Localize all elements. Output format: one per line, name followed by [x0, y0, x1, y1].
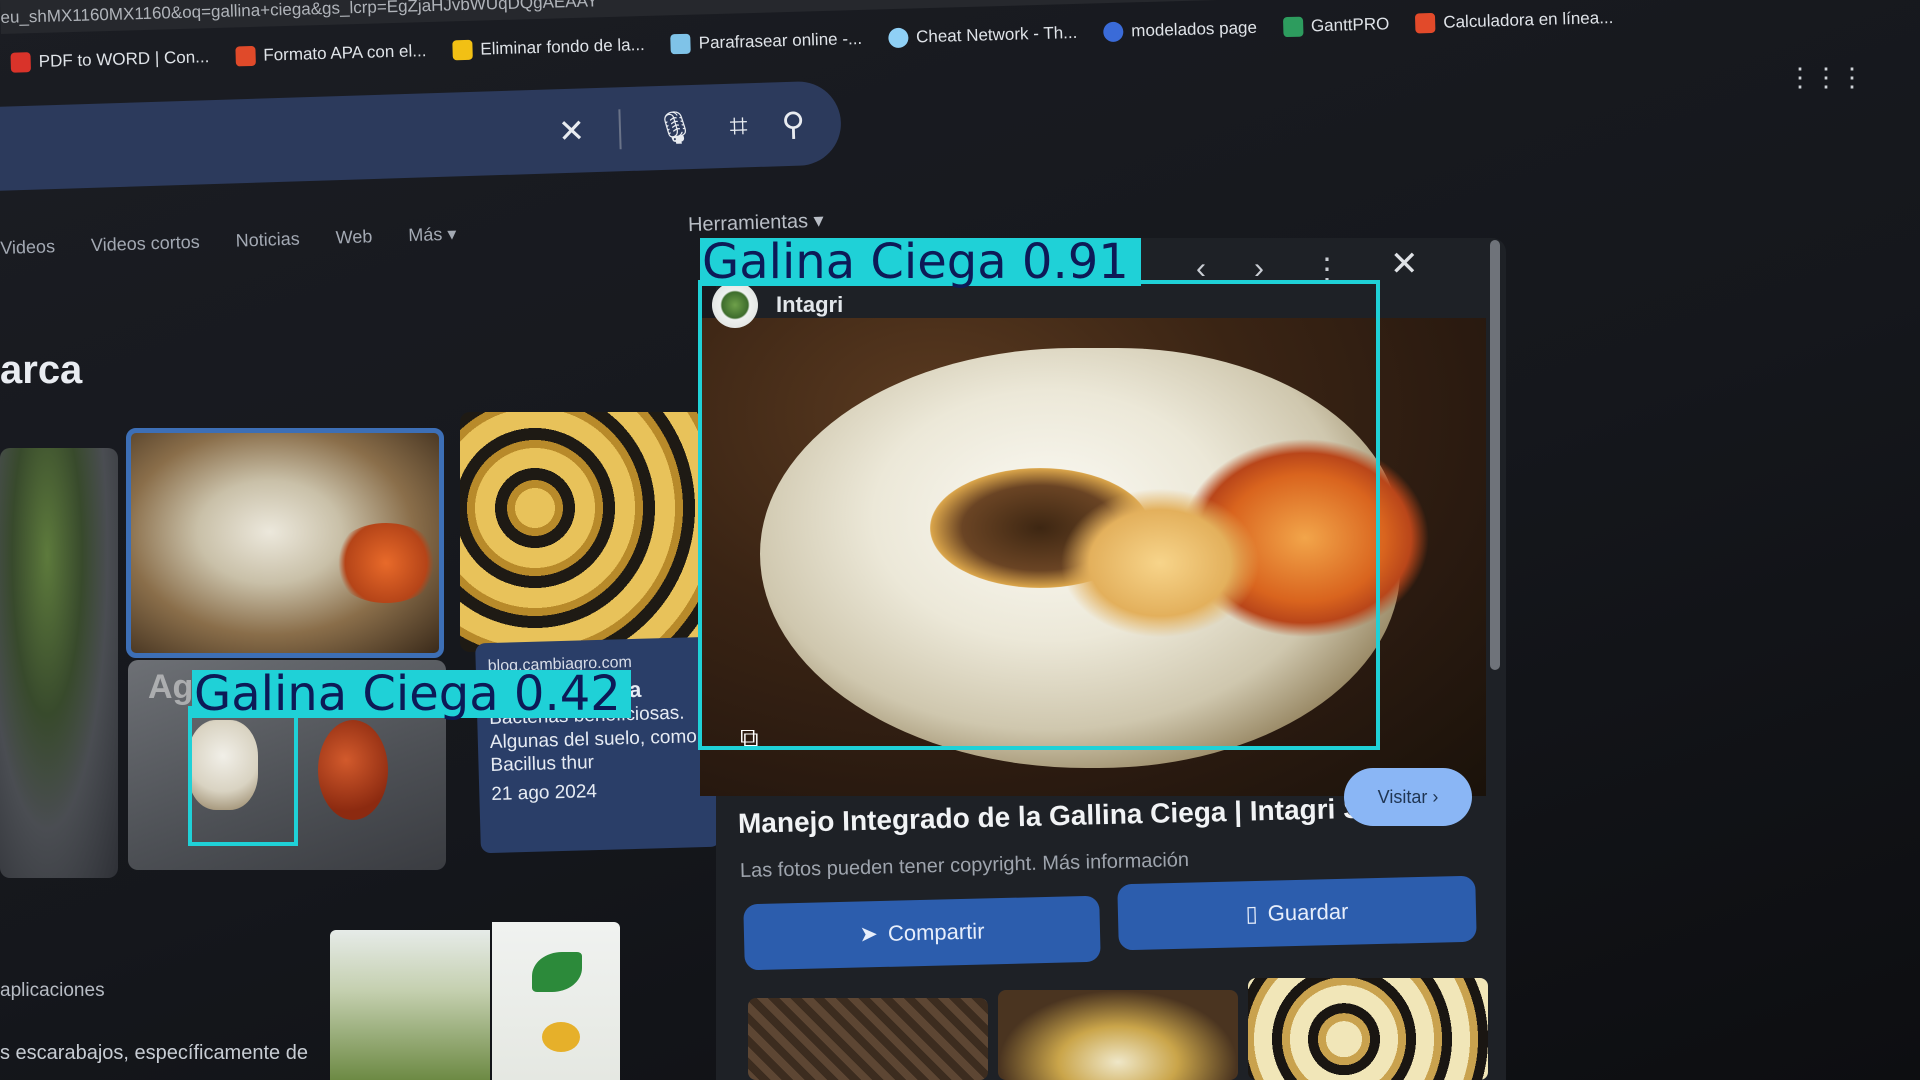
apps-grid-icon[interactable]: ⋮⋮⋮	[1787, 62, 1865, 93]
search-box[interactable]: ✕ 🎙 ⌗ ⚲	[0, 80, 843, 192]
bookmark-modelados-page[interactable]: modelados page	[1103, 18, 1257, 43]
related-heading: arca	[0, 348, 83, 392]
save-label: Guardar	[1267, 898, 1349, 926]
result-image-grub-selected[interactable]	[126, 428, 444, 658]
close-preview-icon[interactable]: ✕	[1390, 244, 1419, 284]
bookmark-favicon-icon	[670, 33, 692, 55]
detection-box-small	[188, 706, 298, 846]
flower-shape	[542, 1022, 580, 1052]
microphone-icon[interactable]: 🎙	[654, 109, 696, 146]
bookmark-favicon-icon	[10, 52, 32, 73]
visit-button[interactable]: Visitar ›	[1344, 768, 1472, 826]
result-image-grubs[interactable]	[460, 412, 710, 652]
bookmark-parafrasear[interactable]: Parafrasear online -...	[670, 29, 862, 55]
detection-label-main: Galina Ciega 0.91	[700, 238, 1141, 286]
card-date: 21 ago 2024	[491, 780, 598, 805]
beetle-shape	[318, 720, 388, 820]
bookmark-eliminar-fondo[interactable]: Eliminar fondo de la...	[452, 35, 645, 61]
clear-search-icon[interactable]: ✕	[558, 112, 586, 149]
bookmark-ganttpro[interactable]: GanttPRO	[1282, 14, 1390, 38]
share-label: Compartir	[887, 918, 985, 946]
bookmark-icon: ▯	[1245, 900, 1258, 927]
share-icon: ➤	[859, 921, 879, 947]
result-image-leaf[interactable]	[492, 922, 620, 1080]
preview-scrollbar[interactable]	[1490, 240, 1500, 670]
detection-label-small: Galina Ciega 0.42	[192, 670, 631, 718]
detection-box-main	[698, 280, 1380, 750]
share-button[interactable]: ➤ Compartir	[743, 895, 1101, 971]
related-image-2[interactable]	[998, 990, 1238, 1080]
bookmark-favicon-icon	[235, 45, 256, 67]
tab-videos[interactable]: Videos	[0, 236, 55, 259]
leaf-shape	[532, 952, 582, 992]
result-snippet-2: s escarabajos, específicamente de	[0, 1042, 308, 1064]
tab-mas[interactable]: Más ▾	[408, 224, 457, 246]
monitor-photo: eu_shMX1160MX1160&oq=gallina+ciega&gs_lc…	[0, 0, 1920, 1080]
result-image-moss[interactable]	[0, 448, 118, 878]
google-lens-icon[interactable]: ⌗	[729, 107, 748, 144]
related-image-3[interactable]	[1248, 978, 1488, 1080]
grub-head-shape	[331, 523, 439, 603]
tab-noticias[interactable]: Noticias	[235, 229, 300, 252]
related-image-1[interactable]	[748, 998, 988, 1080]
tools-button[interactable]: Herramientas ▾	[688, 208, 824, 237]
bookmark-favicon-icon	[1415, 12, 1436, 34]
search-filter-tabs: Videos Videos cortos Noticias Web Más ▾	[0, 224, 457, 259]
bookmark-favicon-icon	[887, 27, 909, 49]
save-button[interactable]: ▯ Guardar	[1117, 875, 1477, 951]
bookmark-formato-apa[interactable]: Formato APA con el...	[235, 41, 427, 67]
bookmark-favicon-icon	[452, 39, 473, 61]
tab-videos-cortos[interactable]: Videos cortos	[91, 232, 200, 256]
bookmark-calculadora[interactable]: Calculadora en línea...	[1415, 8, 1614, 34]
bookmark-favicon-icon	[1282, 16, 1304, 38]
tab-web[interactable]: Web	[335, 226, 372, 248]
search-icon[interactable]: ⚲	[781, 105, 806, 142]
result-snippet-1: aplicaciones	[0, 980, 105, 1001]
result-image-field[interactable]	[330, 930, 490, 1080]
bookmark-pdf-to-word[interactable]: PDF to WORD | Con...	[10, 47, 210, 73]
bookmark-cheat-network[interactable]: Cheat Network - Th...	[887, 23, 1078, 49]
bookmark-favicon-icon	[1103, 21, 1124, 43]
search-divider	[618, 109, 622, 150]
